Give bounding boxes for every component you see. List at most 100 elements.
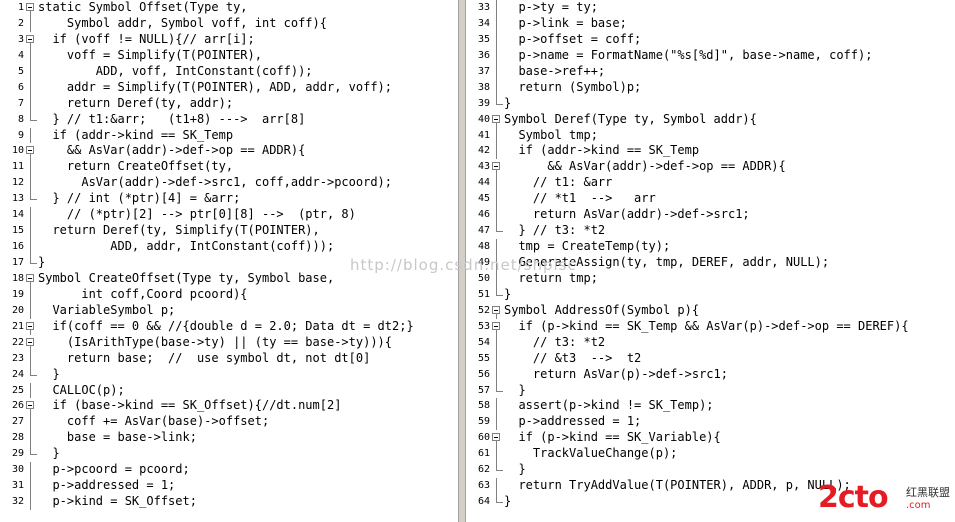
code-line[interactable]: 9 if (addr->kind == SK_Temp (0, 127, 458, 144)
code-text: Symbol Deref(Type ty, Symbol addr){ (504, 111, 757, 126)
line-number: 61 (477, 448, 490, 460)
fold-guide-icon (490, 286, 504, 303)
code-text: // &t3 --> t2 (504, 350, 642, 365)
code-line[interactable]: 20 VariableSymbol p; (0, 302, 458, 319)
code-line[interactable]: 43 && AsVar(addr)->def->op == ADDR){ (466, 159, 955, 176)
fold-toggle-icon[interactable] (490, 430, 504, 447)
code-line[interactable]: 12 AsVar(addr)->def->src1, coff,addr->pc… (0, 175, 458, 192)
fold-guide-icon (24, 63, 38, 80)
code-line[interactable]: 7 return Deref(ty, addr); (0, 95, 458, 112)
fold-toggle-icon[interactable] (490, 159, 504, 176)
code-line[interactable]: 23 return base; // use symbol dt, not dt… (0, 350, 458, 367)
code-line[interactable]: 47 } // t3: *t2 (466, 223, 955, 239)
code-line[interactable]: 5 ADD, voff, IntConstant(coff)); (0, 63, 458, 80)
code-line[interactable]: 28 base = base->link; (0, 430, 458, 447)
line-number: 45 (477, 193, 490, 205)
code-line[interactable]: 60 if (p->kind == SK_Variable){ (466, 430, 955, 447)
fold-toggle-icon[interactable] (24, 143, 38, 160)
line-number: 35 (477, 33, 490, 45)
code-line[interactable]: 30 p->pcoord = pcoord; (0, 462, 458, 479)
line-number: 47 (477, 225, 490, 237)
code-line[interactable]: 58 assert(p->kind != SK_Temp); (466, 398, 955, 415)
code-line[interactable]: 52 Symbol AddressOf(Symbol p){ (466, 303, 955, 319)
code-line[interactable]: 6 addr = Simplify(T(POINTER), ADD, addr,… (0, 79, 458, 96)
code-text: } // t3: *t2 (504, 223, 606, 238)
code-line[interactable]: 48 tmp = CreateTemp(ty); (466, 239, 955, 255)
line-number: 46 (477, 209, 490, 221)
code-line[interactable]: 34 p->link = base; (466, 15, 955, 32)
code-line[interactable]: 8 } // t1:&arr; (t1+8) ---> arr[8] (0, 111, 458, 128)
fold-guide-icon (490, 0, 504, 16)
line-number: 64 (477, 496, 490, 508)
code-line[interactable]: 39} (466, 95, 955, 112)
code-line[interactable]: 35 p->offset = coff; (466, 31, 955, 48)
code-line[interactable]: 40 Symbol Deref(Type ty, Symbol addr){ (466, 112, 955, 128)
line-number: 63 (477, 480, 490, 492)
fold-guide-icon (24, 191, 38, 207)
code-line[interactable]: 32 p->kind = SK_Offset; (0, 494, 458, 510)
code-line[interactable]: 29 } (0, 446, 458, 462)
code-text: coff += AsVar(base)->offset; (38, 414, 270, 429)
code-line[interactable]: 41 Symbol tmp; (466, 127, 955, 144)
fold-guide-icon (490, 462, 504, 478)
code-line[interactable]: 54 // t3: *t2 (466, 334, 955, 351)
fold-toggle-icon[interactable] (24, 398, 38, 415)
code-line[interactable]: 57 } (466, 382, 955, 399)
code-line[interactable]: 3 if (voff != NULL){// arr[i]; (0, 32, 458, 48)
code-line[interactable]: 21 if(coff == 0 && //{double d = 2.0; Da… (0, 319, 458, 335)
fold-toggle-icon[interactable] (24, 335, 38, 351)
fold-guide-icon (490, 47, 504, 64)
line-number: 60 (477, 432, 490, 444)
line-number: 37 (477, 65, 490, 77)
code-line[interactable]: 53 if (p->kind == SK_Temp && AsVar(p)->d… (466, 319, 955, 335)
fold-guide-icon (24, 239, 38, 255)
code-line[interactable]: 51} (466, 286, 955, 303)
code-line[interactable]: 14 // (*ptr)[2] --> ptr[0][8] --> (ptr, … (0, 207, 458, 224)
code-line[interactable]: 37 base->ref++; (466, 63, 955, 80)
code-text: } (38, 366, 60, 381)
code-line[interactable]: 15 return Deref(ty, Simplify(T(POINTER), (0, 223, 458, 240)
code-line[interactable]: 22 (IsArithType(base->ty) || (ty == base… (0, 335, 458, 351)
code-line[interactable]: 10 && AsVar(addr)->def->op == ADDR){ (0, 143, 458, 160)
code-line[interactable]: 38 return (Symbol)p; (466, 79, 955, 96)
code-text: } (504, 494, 512, 509)
code-line[interactable]: 59 p->addressed = 1; (466, 414, 955, 431)
fold-toggle-icon[interactable] (24, 0, 38, 16)
code-line[interactable]: 61 TrackValueChange(p); (466, 446, 955, 463)
logo-cn-text: 红黑联盟 (906, 486, 950, 499)
fold-toggle-icon[interactable] (24, 319, 38, 335)
code-line[interactable]: 2 Symbol addr, Symbol voff, int coff){ (0, 15, 458, 32)
line-number: 22 (11, 336, 24, 348)
fold-toggle-icon[interactable] (490, 112, 504, 128)
code-line[interactable]: 11 return CreateOffset(ty, (0, 159, 458, 176)
code-line[interactable]: 13 } // int (*ptr)[4] = &arr; (0, 191, 458, 207)
code-text: tmp = CreateTemp(ty); (504, 239, 671, 254)
fold-toggle-icon[interactable] (490, 303, 504, 319)
fold-guide-icon (24, 286, 38, 303)
code-line[interactable]: 16 ADD, addr, IntConstant(coff))); (0, 239, 458, 255)
line-number: 13 (11, 193, 24, 205)
code-line[interactable]: 55 // &t3 --> t2 (466, 350, 955, 367)
code-line[interactable]: 19 int coff,Coord pcoord){ (0, 286, 458, 303)
code-line[interactable]: 56 return AsVar(p)->def->src1; (466, 366, 955, 383)
code-line[interactable]: 4 voff = Simplify(T(POINTER), (0, 47, 458, 64)
fold-guide-icon (490, 127, 504, 144)
logo-url-text: .com (906, 500, 931, 511)
code-line[interactable]: 46 return AsVar(addr)->def->src1; (466, 207, 955, 224)
code-line[interactable]: 24 } (0, 366, 458, 383)
code-line[interactable]: 42 if (addr->kind == SK_Temp (466, 143, 955, 160)
code-line[interactable]: 27 coff += AsVar(base)->offset; (0, 414, 458, 431)
code-line[interactable]: 45 // *t1 --> arr (466, 191, 955, 208)
fold-toggle-icon[interactable] (24, 32, 38, 48)
code-line[interactable]: 62 } (466, 462, 955, 478)
code-line[interactable]: 1 static Symbol Offset(Type ty, (0, 0, 458, 16)
code-line[interactable]: 44 // t1: &arr (466, 175, 955, 192)
code-line[interactable]: 33 p->ty = ty; (466, 0, 955, 16)
fold-toggle-icon[interactable] (490, 319, 504, 335)
code-line[interactable]: 26 if (base->kind == SK_Offset){//dt.num… (0, 398, 458, 415)
fold-guide-icon (490, 239, 504, 255)
code-line[interactable]: 31 p->addressed = 1; (0, 478, 458, 495)
fold-toggle-icon[interactable] (24, 271, 38, 287)
code-line[interactable]: 25 CALLOC(p); (0, 382, 458, 399)
code-line[interactable]: 36 p->name = FormatName("%s[%d]", base->… (466, 47, 955, 64)
